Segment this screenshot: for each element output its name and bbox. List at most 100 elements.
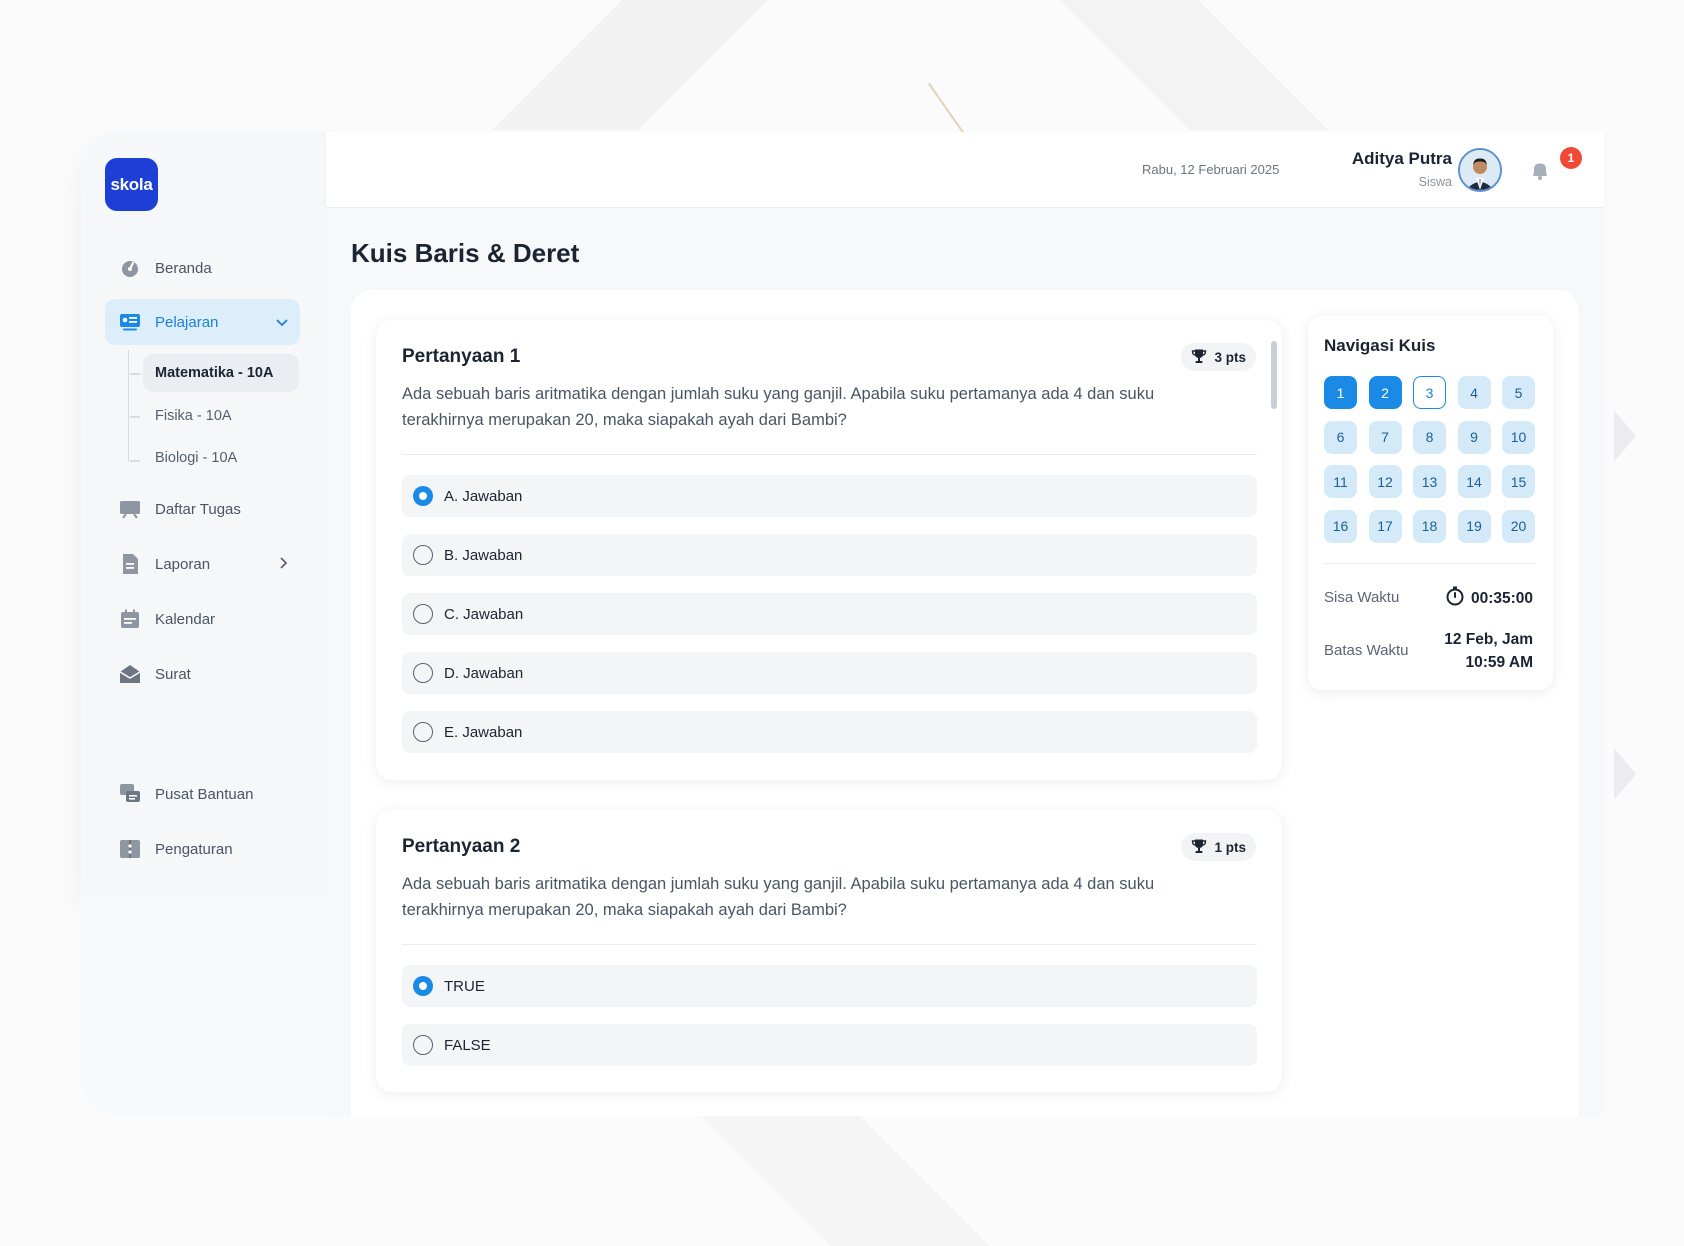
submenu-tree-line xyxy=(128,350,142,462)
question-number-button-12[interactable]: 12 xyxy=(1368,465,1402,498)
mail-icon xyxy=(119,663,141,685)
question-number-button-20[interactable]: 20 xyxy=(1502,509,1535,543)
background-decoration xyxy=(950,0,1450,130)
top-header xyxy=(326,132,1604,208)
radio-button[interactable] xyxy=(413,976,433,996)
answer-option-b[interactable]: B. Jawaban xyxy=(402,534,1257,576)
answer-option-false[interactable]: FALSE xyxy=(402,1024,1257,1066)
submenu-item-matematika[interactable]: Matematika - 10A xyxy=(143,354,299,392)
bell-icon[interactable] xyxy=(1529,160,1551,182)
radio-button[interactable] xyxy=(413,663,433,683)
answer-option-d[interactable]: D. Jawaban xyxy=(402,652,1257,694)
answer-option-e[interactable]: E. Jawaban xyxy=(402,711,1257,753)
chevron-right-icon[interactable] xyxy=(280,556,288,572)
question-number-button-9[interactable]: 9 xyxy=(1457,420,1491,454)
radio-button[interactable] xyxy=(413,604,433,624)
answer-option-c[interactable]: C. Jawaban xyxy=(402,593,1257,635)
submenu-item-fisika[interactable]: Fisika - 10A xyxy=(143,397,299,435)
trophy-icon xyxy=(1191,348,1207,367)
submenu-item-label: Fisika - 10A xyxy=(155,408,232,424)
question-number-button-4[interactable]: 4 xyxy=(1457,376,1491,409)
question-number-button-13[interactable]: 13 xyxy=(1413,465,1446,498)
question-number-button-16[interactable]: 16 xyxy=(1324,509,1357,543)
quiz-navigation-title: Navigasi Kuis xyxy=(1324,336,1436,355)
sidebar-item-label: Pusat Bantuan xyxy=(155,785,254,803)
page-title: Kuis Baris & Deret xyxy=(351,238,580,268)
question-number-button-17[interactable]: 17 xyxy=(1368,509,1402,543)
question-number-button-5[interactable]: 5 xyxy=(1502,376,1535,409)
question-number-button-3[interactable]: 3 xyxy=(1413,376,1446,409)
logo-text: skola xyxy=(110,174,153,194)
option-label: D. Jawaban xyxy=(444,664,524,682)
background-decoration xyxy=(927,82,965,134)
question-number-button-1[interactable]: 1 xyxy=(1324,376,1357,409)
sidebar-item-daftar-tugas[interactable]: Daftar Tugas xyxy=(105,486,300,532)
option-label: E. Jawaban xyxy=(444,723,523,741)
sidebar-footer-area xyxy=(81,896,351,1116)
question-number-button-6[interactable]: 6 xyxy=(1324,420,1357,454)
sidebar-item-label: Laporan xyxy=(155,555,211,573)
submenu-item-biologi[interactable]: Biologi - 10A xyxy=(143,439,299,477)
question-number-button-14[interactable]: 14 xyxy=(1457,465,1491,498)
question-number-button-19[interactable]: 19 xyxy=(1457,509,1491,543)
notification-badge: 1 xyxy=(1560,147,1582,169)
lesson-icon xyxy=(119,311,141,333)
points-badge: 1 pts xyxy=(1181,833,1256,861)
stopwatch-icon xyxy=(1445,586,1465,606)
sidebar-item-pelajaran[interactable]: Pelajaran xyxy=(105,299,300,345)
deadline-value-time: 10:59 AM xyxy=(1465,654,1533,671)
question-number-button-2[interactable]: 2 xyxy=(1368,376,1402,409)
question-number-grid: 1 2 3 4 5 6 7 8 9 10 11 12 13 14 15 16 17 18 19 20 xyxy=(1324,376,1535,543)
sidebar-item-surat[interactable]: Surat xyxy=(105,651,300,697)
sidebar-item-laporan[interactable]: Laporan xyxy=(105,541,300,587)
scrollbar-thumb[interactable] xyxy=(1271,341,1277,409)
trophy-icon xyxy=(1191,838,1207,857)
radio-button[interactable] xyxy=(413,486,433,506)
background-decoration xyxy=(120,1115,1570,1246)
remaining-time-value: 00:35:00 xyxy=(1470,590,1533,607)
option-label: A. Jawaban xyxy=(444,487,523,505)
app-logo[interactable]: skola xyxy=(105,158,158,211)
radio-button[interactable] xyxy=(413,1035,433,1055)
question-number-button-11[interactable]: 11 xyxy=(1324,465,1357,498)
submenu-tree-tick xyxy=(130,373,140,375)
question-title: Pertanyaan 1 xyxy=(402,346,521,367)
answer-option-a[interactable]: A. Jawaban xyxy=(402,475,1257,517)
radio-button[interactable] xyxy=(413,545,433,565)
user-name: Aditya Putra xyxy=(1351,149,1452,168)
remaining-time-label: Sisa Waktu xyxy=(1324,589,1400,606)
divider xyxy=(402,454,1257,455)
question-card-1: Pertanyaan 1 3 pts Ada sebuah baris arit… xyxy=(376,320,1282,780)
radio-button[interactable] xyxy=(413,722,433,742)
question-number-button-8[interactable]: 8 xyxy=(1413,420,1446,454)
chevron-down-icon[interactable] xyxy=(276,315,288,330)
sidebar-item-kalendar[interactable]: Kalendar xyxy=(105,596,300,642)
help-icon xyxy=(119,783,141,805)
question-text: Ada sebuah baris aritmatika dengan jumla… xyxy=(402,385,1155,429)
sidebar-item-pusat-bantuan[interactable]: Pusat Bantuan xyxy=(105,771,300,817)
divider xyxy=(1324,563,1535,564)
sidebar-item-beranda[interactable]: Beranda xyxy=(105,245,300,291)
avatar[interactable] xyxy=(1458,148,1502,192)
background-decoration xyxy=(1614,410,1636,462)
deadline-value-date: 12 Feb, Jam xyxy=(1444,631,1533,648)
settings-icon xyxy=(119,838,141,860)
current-date: Rabu, 12 Februari 2025 xyxy=(1142,162,1280,177)
question-number-button-18[interactable]: 18 xyxy=(1413,509,1446,543)
points-value: 3 pts xyxy=(1214,349,1246,365)
deadline-label: Batas Waktu xyxy=(1324,642,1409,659)
question-number-button-10[interactable]: 10 xyxy=(1502,420,1535,454)
task-icon xyxy=(119,498,141,520)
points-badge: 3 pts xyxy=(1181,343,1256,371)
question-text: Ada sebuah baris aritmatika dengan jumla… xyxy=(402,875,1155,919)
option-label: TRUE xyxy=(444,977,485,995)
question-number-button-7[interactable]: 7 xyxy=(1368,420,1402,454)
question-number-button-15[interactable]: 15 xyxy=(1502,465,1535,498)
answer-option-true[interactable]: TRUE xyxy=(402,965,1257,1007)
question-card-2: Pertanyaan 2 1 pts Ada sebuah baris arit… xyxy=(376,810,1282,1092)
question-title: Pertanyaan 2 xyxy=(402,836,521,857)
points-value: 1 pts xyxy=(1214,839,1246,855)
option-label: C. Jawaban xyxy=(444,605,524,623)
sidebar-item-label: Daftar Tugas xyxy=(155,500,241,518)
sidebar-item-pengaturan[interactable]: Pengaturan xyxy=(105,826,300,872)
